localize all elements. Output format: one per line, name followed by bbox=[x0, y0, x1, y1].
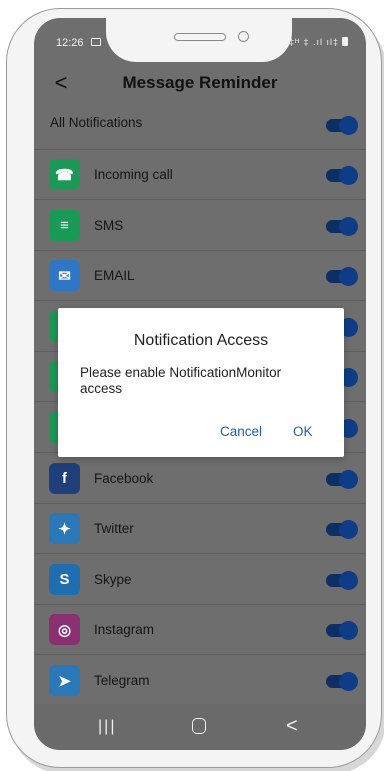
app-label: Twitter bbox=[94, 521, 134, 537]
skype-icon: S bbox=[49, 563, 80, 595]
nav-back-button[interactable]: < bbox=[286, 715, 298, 738]
battery-icon bbox=[342, 37, 348, 46]
signal-icons: ‡ᴴ ‡ .ıl ıl‡ bbox=[289, 37, 348, 47]
app-row: ✦ Twitter bbox=[34, 504, 366, 555]
app-label: Facebook bbox=[94, 470, 154, 486]
dialog-message: Please enable NotificationMonitor access bbox=[80, 365, 282, 396]
app-label: EMAIL bbox=[94, 268, 135, 284]
notification-access-dialog: Notification Access Please enable Notifi… bbox=[58, 308, 344, 457]
app-toggle[interactable] bbox=[326, 570, 358, 590]
instagram-icon: ◎ bbox=[49, 614, 80, 646]
twitter-icon: ✦ bbox=[49, 513, 80, 545]
navigation-bar: ||| < bbox=[34, 704, 366, 750]
app-row: ➤ Telegram bbox=[34, 656, 366, 706]
app-label: Instagram bbox=[94, 622, 155, 638]
app-row: S Skype bbox=[34, 555, 366, 605]
facebook-icon: f bbox=[49, 462, 80, 494]
toggle-knob bbox=[339, 570, 358, 590]
all-notifications-label: All Notifications bbox=[50, 115, 143, 130]
page-title: Message Reminder bbox=[122, 73, 278, 92]
speaker-icon bbox=[174, 33, 226, 41]
app-label: Incoming call bbox=[94, 167, 173, 182]
toggle-knob bbox=[339, 216, 358, 236]
camera-icon bbox=[238, 31, 249, 42]
toggle-knob bbox=[339, 166, 358, 185]
all-notifications-toggle[interactable] bbox=[326, 116, 358, 135]
app-label: Skype bbox=[94, 571, 132, 587]
app-row: ◎ Instagram bbox=[34, 605, 366, 656]
app-toggle[interactable] bbox=[326, 216, 358, 236]
signal-text: ‡ᴴ ‡ .ıl ıl‡ bbox=[289, 37, 339, 47]
toggle-knob bbox=[339, 520, 358, 540]
dialog-title: Notification Access bbox=[133, 332, 269, 349]
app-toggle[interactable] bbox=[326, 621, 358, 641]
app-toggle[interactable] bbox=[326, 267, 358, 287]
image-notification-icon bbox=[91, 38, 101, 46]
dialog-cancel-button[interactable]: Cancel bbox=[220, 424, 262, 439]
app-toggle[interactable] bbox=[326, 166, 358, 185]
app-row: ≡ SMS bbox=[34, 201, 366, 251]
mail-icon: ✉ bbox=[49, 260, 80, 292]
toggle-knob bbox=[339, 116, 358, 135]
toggle-knob bbox=[339, 267, 358, 287]
dialog-ok-button[interactable]: OK bbox=[293, 424, 313, 439]
app-row: f Facebook bbox=[34, 454, 366, 504]
app-toggle[interactable] bbox=[326, 520, 358, 540]
app-row: ☎ Incoming call bbox=[34, 150, 366, 200]
recents-button[interactable]: ||| bbox=[98, 718, 116, 736]
telegram-icon: ➤ bbox=[49, 665, 80, 696]
sms-icon: ≡ bbox=[49, 209, 80, 241]
app-label: Telegram bbox=[94, 673, 150, 688]
home-button[interactable] bbox=[192, 718, 206, 734]
status-time: 12:26 bbox=[56, 37, 84, 49]
all-notifications-row: All Notifications bbox=[34, 100, 366, 150]
phone-icon: ☎ bbox=[49, 159, 80, 190]
app-toggle[interactable] bbox=[326, 469, 358, 489]
app-row: ✉ EMAIL bbox=[34, 251, 366, 302]
notch bbox=[106, 18, 292, 62]
toggle-knob bbox=[339, 469, 358, 489]
app-toggle[interactable] bbox=[326, 672, 358, 691]
app-label: SMS bbox=[94, 217, 124, 233]
toggle-knob bbox=[339, 672, 358, 691]
toggle-knob bbox=[339, 621, 358, 641]
